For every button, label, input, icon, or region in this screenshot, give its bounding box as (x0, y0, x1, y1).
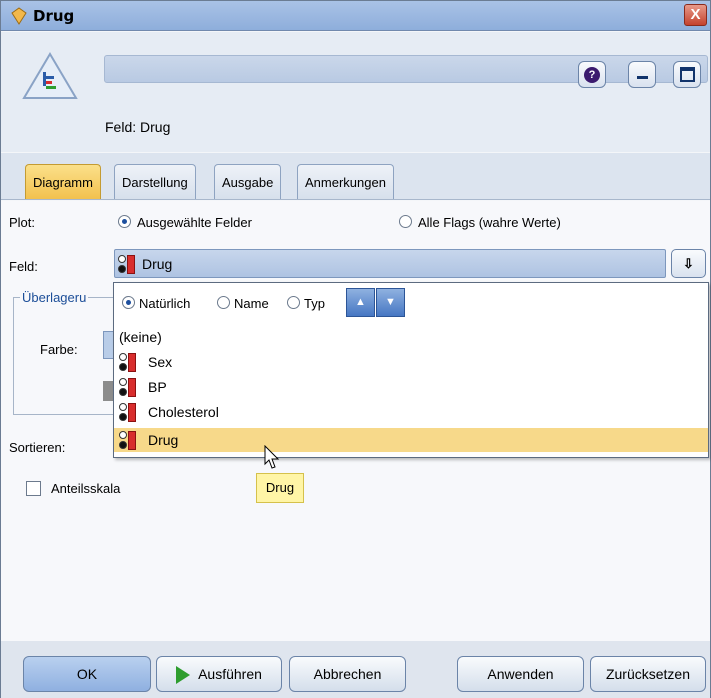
reset-button[interactable]: Zurücksetzen (590, 656, 706, 692)
overlay-group-title: Überlageru (20, 290, 89, 305)
sort-descending-button[interactable]: ▼ (376, 288, 405, 317)
ok-button[interactable]: OK (23, 656, 151, 692)
field-select[interactable]: Drug (114, 249, 666, 278)
sort-name-radio[interactable] (217, 296, 230, 309)
maximize-button[interactable] (673, 61, 701, 88)
set-field-icon (118, 255, 136, 274)
set-field-icon (119, 403, 137, 422)
sort-label: Sortieren: (9, 440, 66, 455)
list-item-label: Sex (148, 354, 173, 370)
tab-ausgabe[interactable]: Ausgabe (214, 164, 282, 199)
distribution-node-icon (22, 52, 78, 99)
tab-anmerkungen[interactable]: Anmerkungen (297, 164, 394, 199)
sort-name-label: Name (234, 296, 269, 311)
set-field-icon (119, 431, 137, 450)
sort-type-label: Typ (304, 296, 325, 311)
list-item-drug[interactable]: Drug (114, 428, 708, 452)
proportion-scale-checkbox[interactable] (26, 481, 41, 496)
list-item-bp[interactable]: BP (114, 375, 708, 399)
proportion-scale-label: Anteilsskala (51, 481, 121, 496)
mouse-cursor-icon (264, 445, 280, 469)
tab-diagramm[interactable]: Diagramm (25, 164, 101, 199)
node-field-label: Feld: Drug (105, 119, 171, 135)
node-name-field[interactable] (104, 55, 708, 83)
list-item-label: Drug (148, 432, 179, 448)
set-field-icon (119, 378, 137, 397)
field-select-value: Drug (142, 256, 173, 272)
sort-ascending-button[interactable]: ▲ (346, 288, 375, 317)
tab-darstellung[interactable]: Darstellung (114, 164, 196, 199)
play-icon (176, 666, 191, 685)
list-item-label: Cholesterol (148, 404, 219, 420)
radio-selected-fields-label: Ausgewählte Felder (137, 215, 252, 230)
set-field-icon (119, 353, 137, 372)
help-icon: ? (584, 67, 600, 83)
run-button-label: Ausführen (198, 666, 262, 682)
field-label: Feld: (9, 259, 38, 274)
list-item-label: BP (148, 379, 167, 395)
sort-natural-label: Natürlich (139, 296, 191, 311)
help-button[interactable]: ? (578, 61, 606, 88)
apply-button[interactable]: Anwenden (457, 656, 584, 692)
sort-natural-radio[interactable] (122, 296, 135, 309)
close-button[interactable]: X (684, 4, 707, 26)
radio-all-flags-label: Alle Flags (wahre Werte) (418, 215, 561, 230)
app-diamond-icon (11, 7, 27, 25)
color-label: Farbe: (40, 342, 78, 357)
button-bar: OK Ausführen Abbrechen Anwenden Zurückse… (1, 641, 710, 698)
title-bar[interactable]: Drug X (1, 1, 710, 31)
minimize-icon (637, 76, 648, 79)
list-item-label: (keine) (119, 329, 162, 345)
maximize-icon (680, 67, 695, 82)
window-title: Drug (33, 7, 75, 25)
field-dropdown-list[interactable]: Natürlich Name Typ ▲ ▼ (keine) Sex BP Ch… (113, 282, 709, 458)
plot-label: Plot: (9, 215, 36, 230)
sort-options: Natürlich Name Typ (120, 288, 420, 318)
minimize-button[interactable] (628, 61, 656, 88)
cancel-button[interactable]: Abbrechen (289, 656, 406, 692)
sort-type-radio[interactable] (287, 296, 300, 309)
radio-all-flags[interactable] (399, 215, 412, 228)
node-header: ? Feld: Drug (1, 32, 710, 152)
tooltip: Drug (256, 473, 304, 503)
list-item-none[interactable]: (keine) (114, 325, 708, 349)
field-picker-button[interactable]: ⇩ (671, 249, 706, 278)
radio-selected-fields[interactable] (118, 215, 131, 228)
list-item-cholesterol[interactable]: Cholesterol (114, 400, 708, 424)
list-item-sex[interactable]: Sex (114, 350, 708, 374)
tab-bar: Diagramm Darstellung Ausgabe Anmerkungen (1, 153, 710, 200)
run-button[interactable]: Ausführen (156, 656, 282, 692)
dialog-window: Drug X ? Feld: Drug Diagramm Darstellung… (0, 0, 711, 698)
